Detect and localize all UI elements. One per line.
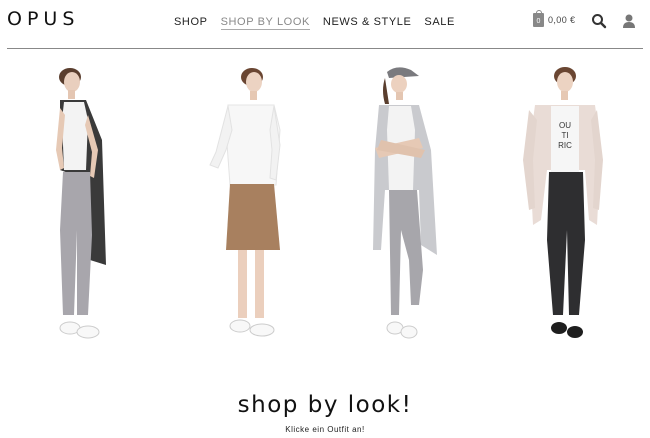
shopping-bag-icon: 0 xyxy=(533,10,544,27)
cart-count: 0 xyxy=(536,18,541,25)
user-icon[interactable] xyxy=(621,13,637,29)
svg-text:RIC: RIC xyxy=(558,141,572,150)
nav-item-sale[interactable]: SALE xyxy=(424,16,455,30)
look-2[interactable] xyxy=(190,60,310,360)
outfit-image: OU TI RIC xyxy=(523,67,603,338)
cart-button[interactable]: 0 0,00 € xyxy=(533,10,576,27)
main-nav: SHOP SHOP BY LOOK NEWS & STYLE SALE xyxy=(174,16,468,30)
cart-total: 0,00 € xyxy=(548,15,576,25)
header-divider xyxy=(7,48,643,49)
outfit-image xyxy=(56,68,106,339)
page-subtitle: Klicke ein Outfit an! xyxy=(285,425,365,434)
look-1[interactable] xyxy=(30,60,150,360)
tee-graphic: OU xyxy=(559,121,571,130)
outfit-image xyxy=(373,67,437,339)
brand-logo[interactable]: OPUS xyxy=(7,8,79,30)
search-icon[interactable] xyxy=(591,13,607,29)
look-4[interactable]: OU TI RIC xyxy=(505,60,625,360)
outfit-image xyxy=(209,68,281,337)
nav-item-shop[interactable]: SHOP xyxy=(174,16,208,30)
svg-text:TI: TI xyxy=(561,131,568,140)
page-title: shop by look! xyxy=(237,392,413,418)
nav-item-shop-by-look[interactable]: SHOP BY LOOK xyxy=(220,16,310,30)
site-header: OPUS SHOP SHOP BY LOOK NEWS & STYLE SALE… xyxy=(0,0,650,48)
look-3[interactable] xyxy=(345,60,465,360)
nav-item-news-style[interactable]: NEWS & STYLE xyxy=(323,16,412,30)
